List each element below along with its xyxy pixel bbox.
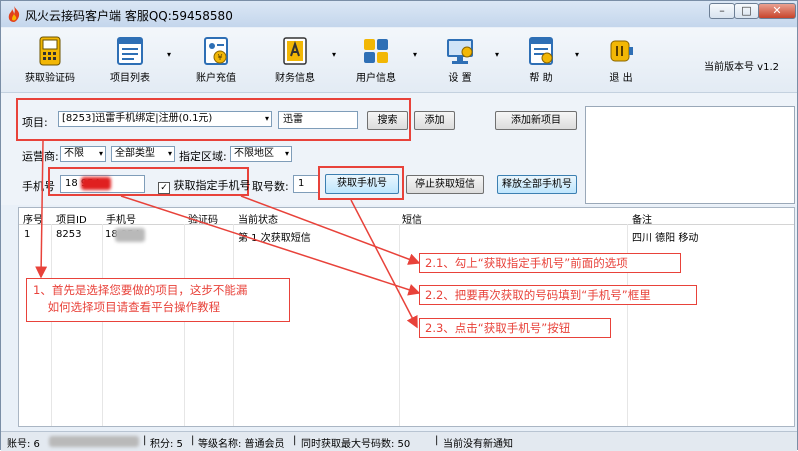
status-bar: 账号: 6 | 积分: 5 | 等级名称: 普通会员 | 同时获取最大号码数: …: [1, 431, 797, 451]
callout-step23: 2.3、点击“获取手机号”按钮: [419, 318, 611, 338]
callout-step21: 2.1、勾上“获取指定手机号”前面的选项: [419, 253, 681, 273]
arrow-step23: [350, 199, 418, 329]
arrow-step1: [35, 140, 48, 279]
status-notice: 当前没有新通知: [443, 439, 513, 450]
status-separator: |: [435, 435, 439, 446]
status-separator: |: [191, 435, 195, 446]
redaction-mark: [49, 436, 139, 447]
status-separator: |: [293, 435, 297, 446]
callout-step22: 2.2、把要再次获取的号码填到“手机号”框里: [419, 285, 697, 305]
status-points: 积分: 5: [150, 439, 183, 450]
status-max-count: 同时获取最大号码数: 50: [301, 439, 411, 450]
callout-step1: 1、首先是选择您要做的项目，这步不能漏 如何选择项目请查看平台操作教程: [26, 278, 290, 322]
status-separator: |: [143, 435, 147, 446]
status-account: 账号: 6: [7, 439, 40, 450]
annotation-arrows: [35, 140, 421, 329]
arrow-step21: [240, 195, 421, 265]
status-level: 等级名称: 普通会员: [198, 439, 285, 450]
app-window: 风火云接码客户端 客服QQ:59458580 – □ ✕ 获取验证码 项目列表: [0, 0, 798, 451]
